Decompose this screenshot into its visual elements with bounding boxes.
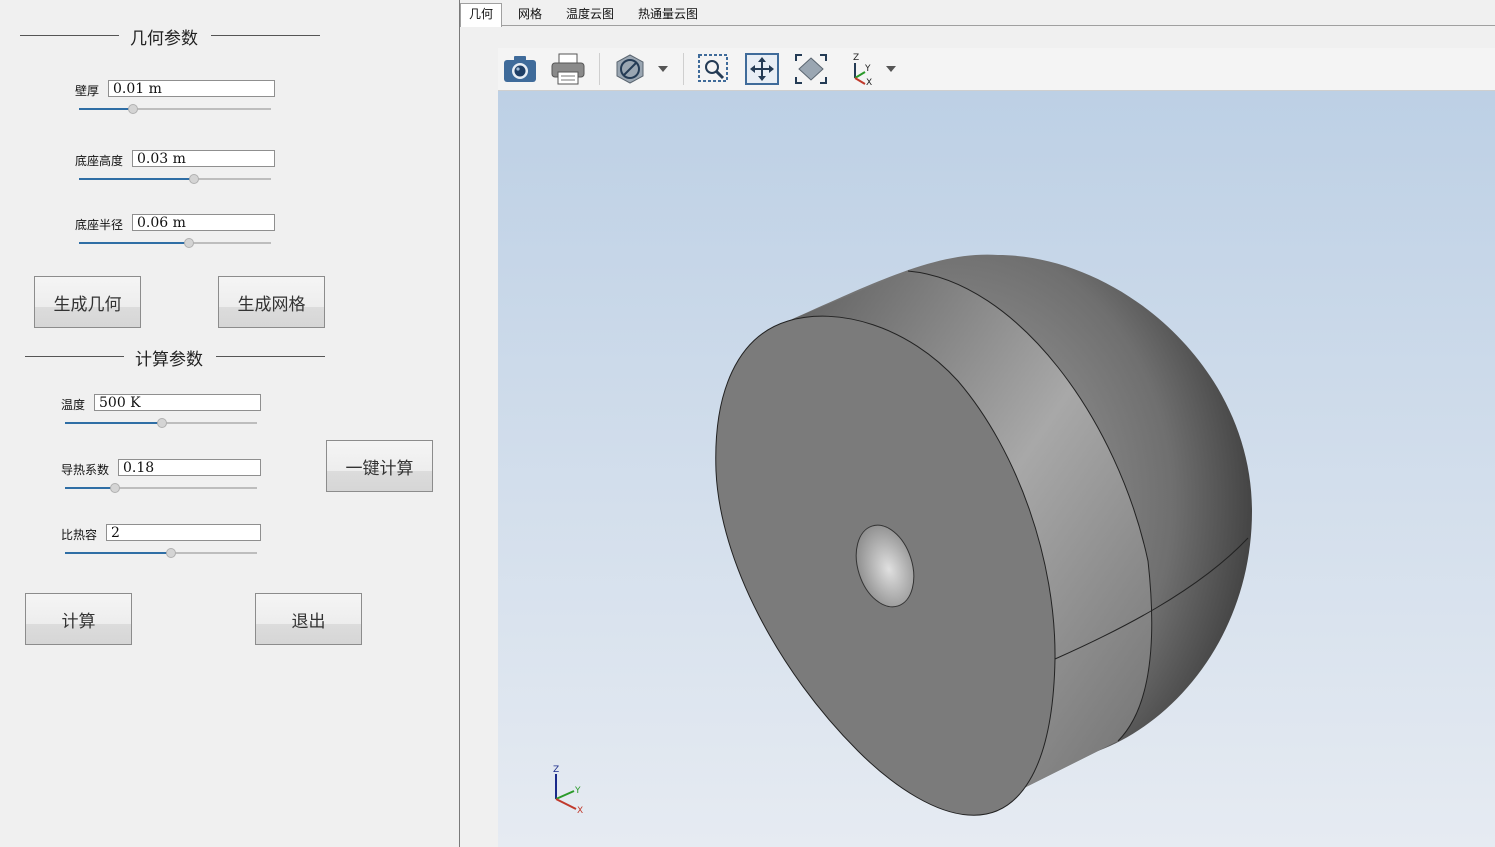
base-radius-slider[interactable] — [79, 237, 271, 249]
wall-thickness-input[interactable]: 0.01 m — [108, 80, 275, 97]
slider-fill — [79, 242, 189, 244]
svg-text:Y: Y — [864, 64, 871, 74]
geometry-section-title: 几何参数 — [130, 29, 198, 49]
toolbar-separator — [683, 53, 684, 85]
slider-fill — [79, 178, 194, 180]
section-divider — [25, 356, 124, 357]
svg-text:X: X — [866, 78, 872, 86]
section-divider — [216, 356, 325, 357]
svg-text:Z: Z — [853, 53, 859, 63]
slider-thumb[interactable] — [189, 174, 199, 184]
view-tabbar: 几何 网格 温度云图 热通量云图 — [460, 0, 1495, 27]
dropdown-arrow-icon[interactable] — [648, 51, 678, 87]
section-divider — [20, 35, 119, 36]
pan-icon[interactable] — [744, 51, 780, 87]
slider-fill — [65, 552, 171, 554]
slider-thumb[interactable] — [157, 418, 167, 428]
base-height-slider[interactable] — [79, 173, 271, 185]
wall-thickness-label: 壁厚 — [75, 84, 100, 98]
3d-model-render: Z Y X — [553, 254, 1252, 816]
wall-thickness-slider[interactable] — [79, 103, 271, 115]
slider-thumb[interactable] — [166, 548, 176, 558]
temperature-label: 温度 — [61, 398, 86, 412]
3d-viewport[interactable]: Z Y X — [498, 91, 1495, 847]
control-panel: 几何参数 壁厚 0.01 m 底座高度 0.03 m 底座半径 0.06 m 生… — [0, 0, 459, 847]
tab-mesh[interactable]: 网格 — [510, 4, 550, 26]
temperature-input[interactable]: 500 K — [94, 394, 261, 411]
zoom-window-icon[interactable] — [696, 51, 732, 87]
viewer-toolbar: ZYX — [498, 48, 1495, 91]
slider-thumb[interactable] — [110, 483, 120, 493]
print-icon[interactable] — [550, 51, 586, 87]
specific-heat-slider[interactable] — [65, 547, 257, 559]
calc-section-title: 计算参数 — [135, 350, 203, 370]
axis-triad: Z Y X — [553, 765, 583, 816]
slider-fill — [65, 487, 115, 489]
base-height-label: 底座高度 — [75, 154, 124, 168]
tab-temperature-contour[interactable]: 温度云图 — [558, 4, 622, 26]
fit-all-icon[interactable] — [793, 51, 829, 87]
slider-thumb[interactable] — [128, 104, 138, 114]
calculate-button[interactable]: 计算 — [25, 593, 132, 645]
specific-heat-input[interactable]: 2 — [106, 524, 261, 541]
generate-geometry-button[interactable]: 生成几何 — [34, 276, 141, 328]
base-radius-input[interactable]: 0.06 m — [132, 214, 275, 231]
axis-view-icon[interactable]: ZYX — [842, 51, 878, 87]
temperature-slider[interactable] — [65, 417, 257, 429]
tab-heat-flux-contour[interactable]: 热通量云图 — [630, 4, 706, 26]
display-mode-icon[interactable] — [612, 51, 648, 87]
slider-thumb[interactable] — [184, 238, 194, 248]
base-radius-label: 底座半径 — [75, 218, 124, 232]
conductivity-input[interactable]: 0.18 — [118, 459, 261, 476]
conductivity-label: 导热系数 — [61, 463, 110, 477]
toolbar-separator — [599, 53, 600, 85]
generate-mesh-button[interactable]: 生成网格 — [218, 276, 325, 328]
panel-divider — [459, 0, 460, 847]
axis-y-label: Y — [574, 786, 581, 796]
exit-button[interactable]: 退出 — [255, 593, 362, 645]
section-divider — [211, 35, 320, 36]
one-click-calc-button[interactable]: 一键计算 — [326, 440, 433, 492]
base-height-input[interactable]: 0.03 m — [132, 150, 275, 167]
axis-z-label: Z — [553, 765, 559, 775]
slider-fill — [79, 108, 133, 110]
tab-geometry[interactable]: 几何 — [460, 3, 503, 27]
slider-fill — [65, 422, 162, 424]
axis-x-label: X — [577, 806, 583, 816]
camera-icon[interactable] — [502, 51, 538, 87]
dropdown-arrow-icon[interactable] — [876, 51, 906, 87]
conductivity-slider[interactable] — [65, 482, 257, 494]
specific-heat-label: 比热容 — [61, 528, 98, 542]
